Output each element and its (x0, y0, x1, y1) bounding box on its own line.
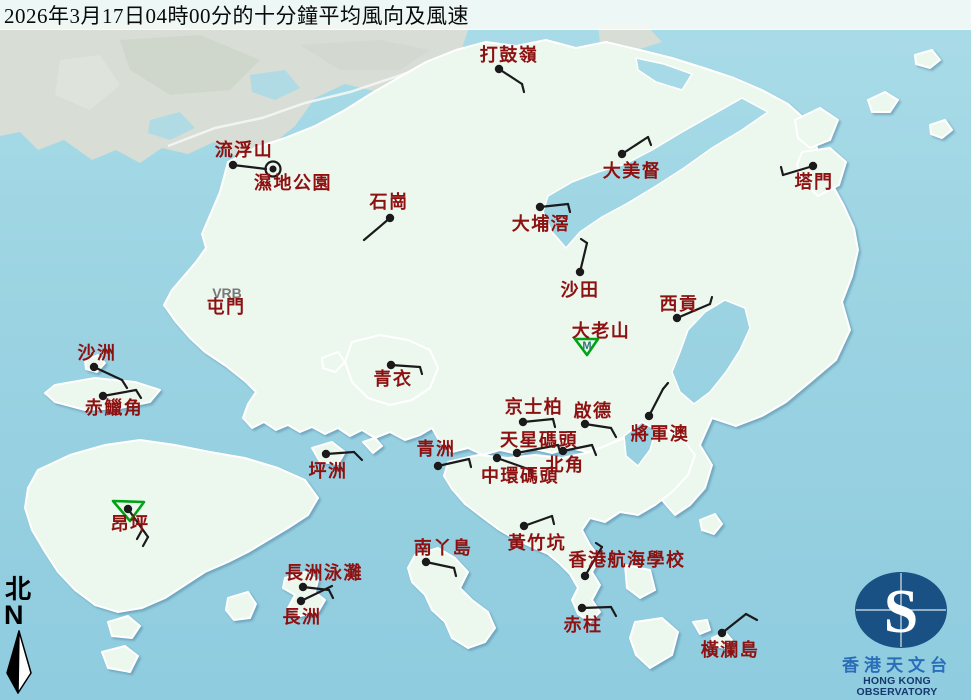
north-arrow-icon (2, 629, 38, 695)
station-label: 沙田 (561, 280, 600, 300)
station-dot (519, 418, 527, 426)
station-dot (581, 572, 589, 580)
station-label: 流浮山 (215, 139, 274, 160)
station-dot (422, 558, 430, 566)
station-label: 黃竹坑 (507, 532, 567, 553)
station-label: 西貢 (660, 294, 699, 314)
station-dot (297, 597, 305, 605)
station-label: 大老山 (572, 320, 631, 341)
station-label: 坪洲 (309, 461, 348, 481)
station-dot (90, 363, 98, 371)
wind-map: 打鼓嶺流浮山濕地公園石崗 大美督塔門大埔滘沙田西貢 M大老山 VRB屯門沙洲赤鱲角 青衣… (0, 0, 971, 700)
station-label: 塔門 (795, 171, 834, 192)
station-dot (809, 162, 817, 170)
station-label: 大埔滘 (512, 213, 571, 234)
station-tuen-mun: VRB屯門 (207, 285, 246, 317)
station-label: 橫瀾島 (701, 639, 760, 660)
station-label: 大美督 (603, 160, 662, 181)
station-label: 石崗 (369, 191, 409, 212)
wind-barb-segment (582, 607, 611, 608)
compass-north: 北 N (2, 577, 44, 700)
station-dot (322, 450, 330, 458)
station-dot (536, 203, 544, 211)
hko-logo-zh: 香港天文台 (823, 656, 971, 676)
station-dot (299, 583, 307, 591)
station-dot (495, 65, 503, 73)
station-label: 將軍澳 (631, 423, 690, 444)
station-label: 濕地公園 (254, 172, 332, 193)
station-label: 赤鱲角 (85, 397, 144, 418)
hko-logo-en: HONG KONG OBSERVATORY (823, 676, 971, 699)
station-label: 青洲 (417, 439, 456, 459)
station-dot (513, 449, 521, 457)
station-label: 長洲泳灘 (285, 562, 363, 583)
station-dot (520, 522, 528, 530)
station-dot (387, 361, 395, 369)
svg-text:S: S (884, 578, 918, 646)
station-dot (718, 629, 726, 637)
station-dot (386, 214, 394, 222)
station-label: 長洲 (283, 607, 322, 627)
mountain-station-letter: M (582, 340, 591, 352)
station-dot (581, 420, 589, 428)
station-label: 赤柱 (564, 614, 603, 635)
station-label: 香港航海學校 (568, 549, 686, 570)
station-dot (229, 161, 237, 169)
station-dot (493, 454, 501, 462)
hko-logo: S 香港天文台 HONG KONG OBSERVATORY (823, 569, 971, 699)
station-label: 青衣 (374, 368, 413, 389)
station-dot (578, 604, 586, 612)
station-dot (270, 166, 277, 173)
station-label: 南丫島 (414, 537, 473, 558)
station-label: 屯門 (207, 296, 246, 317)
station-label: 昂坪 (111, 514, 150, 534)
station-dot (576, 268, 584, 276)
station-label: 京士柏 (505, 396, 564, 417)
station-dot (124, 505, 132, 513)
station-label: 打鼓嶺 (480, 44, 539, 65)
station-dot (434, 462, 442, 470)
map-title: 2026年3月17日04時00分的十分鐘平均風向及風速 (4, 0, 469, 30)
station-label: 中環碼頭 (481, 465, 559, 486)
station-dot (559, 447, 567, 455)
station-label: 沙洲 (78, 343, 117, 363)
station-dot (618, 150, 626, 158)
station-label: 啟德 (574, 400, 613, 421)
hko-logo-icon: S (823, 569, 971, 651)
compass-label-en: N (4, 603, 44, 629)
station-label: 天星碼頭 (500, 430, 578, 450)
station-dot (673, 314, 681, 322)
station-dot (645, 412, 653, 420)
title-bar: 2026年3月17日04時00分的十分鐘平均風向及風速 (0, 0, 971, 30)
